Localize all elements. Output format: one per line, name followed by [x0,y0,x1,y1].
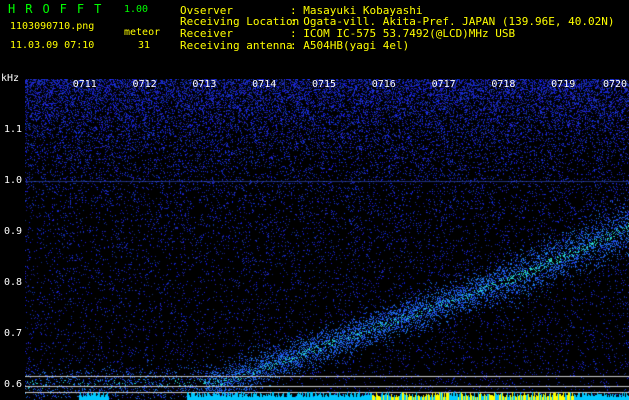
time-tick-label: 0715 [311,79,337,90]
time-tick-label: 0716 [371,79,396,90]
time-tick-label: 0714 [252,79,277,90]
time-tick-label: 0717 [431,79,456,90]
time-tick-label: 0711 [72,79,97,90]
meteor-label: meteor [124,27,161,38]
hrofft-window: HROFFT 1.00 1103090710.png 11.03.09 07:1… [0,0,629,400]
antenna-value: : A504HB(yagi 4el) [290,39,410,52]
antenna-label: Receiving antenna [180,39,293,52]
time-tick-label: 0712 [132,79,157,90]
spectrogram-canvas [25,79,629,400]
meteor-count: 31 [138,40,151,51]
spectrogram-area: 1.1 1.0 0.9 0.8 0.7 0.6 0711 0712 0713 0714 0715 0… [0,79,629,400]
app-title: HROFFT [8,2,112,16]
time-tick-label: 0720 [602,79,628,90]
time-tick-label: 0713 [192,79,217,90]
freq-tick-label: 0.8 [3,277,22,288]
freq-tick-label: 0.7 [3,328,22,339]
freq-tick-label: 1.1 [3,124,22,135]
time-tick-label: 0718 [491,79,516,90]
datetime: 11.03.09 07:10 [10,40,95,51]
freq-tick-label: 0.9 [3,226,22,237]
app-version: 1.00 [124,4,149,15]
time-tick-label: 0719 [551,79,576,90]
freq-tick-label: 1.0 [3,175,22,186]
freq-tick-label: 0.6 [3,379,22,390]
file-name: 1103090710.png [10,21,95,32]
